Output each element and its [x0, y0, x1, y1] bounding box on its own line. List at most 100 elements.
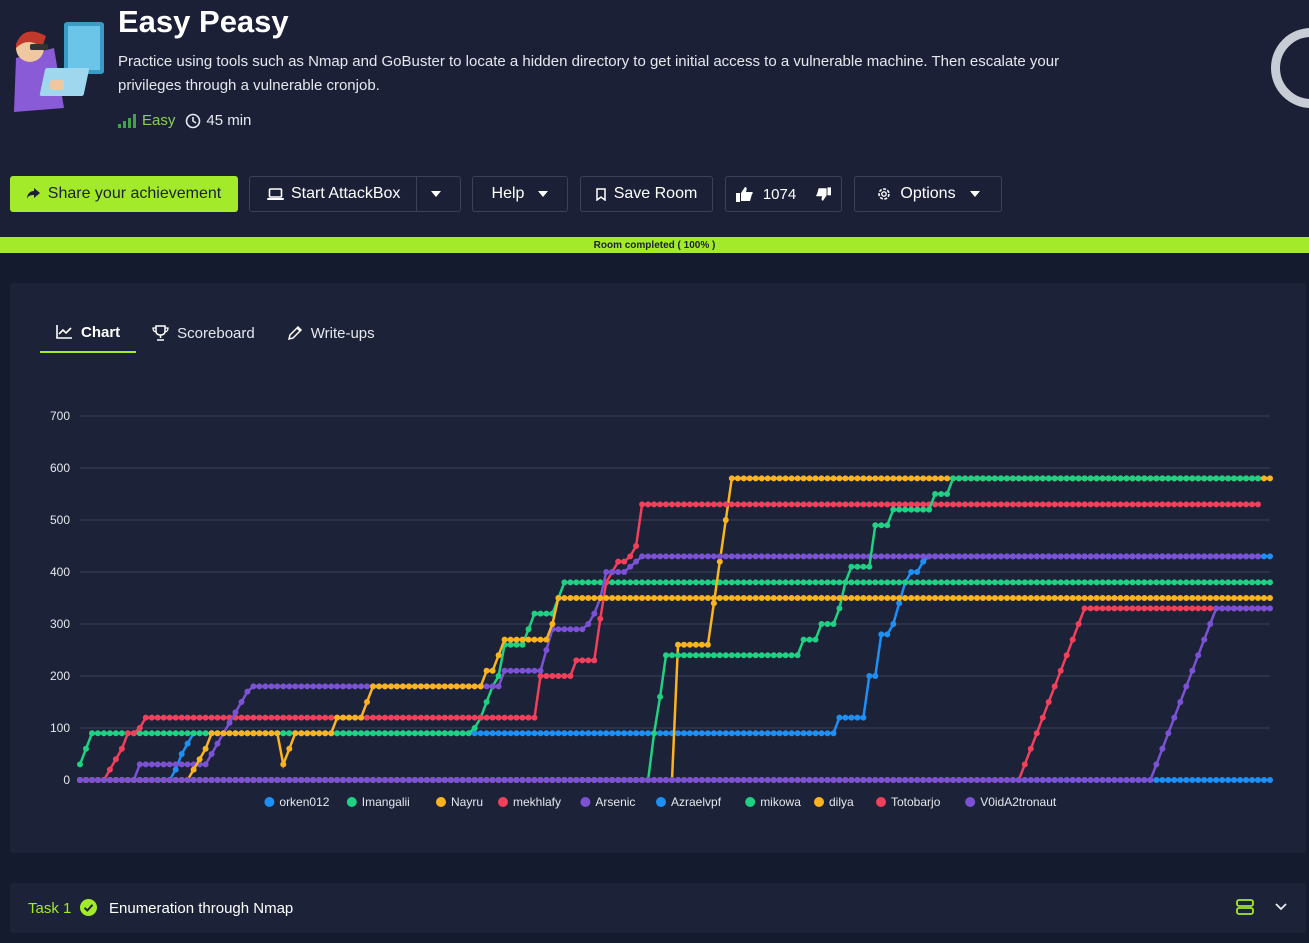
- data-point: [1225, 595, 1232, 601]
- help-button[interactable]: Help: [472, 176, 568, 212]
- data-point: [794, 595, 801, 601]
- data-point: [483, 714, 490, 721]
- chevron-down-icon[interactable]: [1274, 902, 1288, 912]
- data-point: [962, 501, 968, 508]
- data-point: [429, 777, 436, 783]
- data-point: [507, 730, 514, 737]
- data-point: [651, 579, 658, 586]
- tab-writeups[interactable]: Write-ups: [271, 313, 391, 353]
- server-icon[interactable]: [1236, 899, 1254, 915]
- data-point: [1129, 777, 1136, 783]
- data-point: [1243, 553, 1250, 560]
- data-point: [423, 683, 430, 690]
- data-point: [1171, 579, 1178, 586]
- data-point: [1213, 595, 1220, 601]
- data-point: [722, 501, 729, 508]
- attackbox-label: Start AttackBox: [291, 185, 401, 202]
- data-point: [1171, 501, 1178, 508]
- data-point: [1045, 595, 1052, 601]
- data-point: [704, 777, 711, 783]
- data-point: [549, 730, 556, 737]
- start-attackbox-button[interactable]: Start AttackBox: [249, 176, 461, 212]
- attackbox-dropdown-toggle[interactable]: [417, 191, 455, 197]
- data-point: [818, 621, 825, 627]
- data-point: [304, 683, 311, 690]
- tab-chart[interactable]: Chart: [40, 313, 137, 353]
- data-point: [100, 777, 107, 783]
- data-point: [985, 501, 992, 508]
- data-point: [447, 777, 454, 783]
- y-tick-label: 700: [50, 409, 70, 423]
- data-point: [196, 756, 203, 763]
- data-point: [830, 501, 837, 508]
- dislike-button[interactable]: [806, 187, 841, 201]
- data-point: [991, 475, 998, 482]
- data-point: [310, 777, 317, 783]
- data-point: [417, 683, 424, 690]
- data-point: [525, 667, 532, 674]
- data-point: [1087, 777, 1094, 783]
- data-point: [926, 777, 933, 783]
- like-button[interactable]: 1074: [726, 186, 806, 203]
- data-point: [501, 667, 508, 674]
- data-point: [477, 714, 484, 721]
- data-point: [1057, 595, 1064, 601]
- data-point: [1189, 667, 1196, 674]
- save-room-button[interactable]: Save Room: [580, 176, 713, 212]
- data-point: [1009, 579, 1016, 586]
- data-point: [764, 777, 771, 783]
- y-tick-label: 300: [50, 617, 70, 631]
- data-point: [824, 730, 831, 737]
- data-point: [1219, 553, 1226, 560]
- completion-ring-icon: [1271, 28, 1309, 108]
- data-point: [860, 501, 867, 508]
- data-point: [531, 777, 538, 783]
- data-point: [1243, 605, 1250, 612]
- data-point: [962, 475, 968, 482]
- data-point: [603, 569, 610, 575]
- data-point: [1021, 579, 1028, 586]
- data-point: [1099, 605, 1106, 612]
- tab-scoreboard[interactable]: Scoreboard: [136, 313, 271, 353]
- data-point: [997, 475, 1004, 482]
- data-point: [441, 683, 448, 690]
- data-point: [1111, 553, 1118, 560]
- data-point: [657, 579, 664, 586]
- share-achievement-button[interactable]: Share your achievement: [10, 176, 238, 212]
- data-point: [686, 595, 693, 601]
- data-point: [770, 730, 777, 737]
- data-point: [501, 636, 508, 643]
- data-point: [238, 777, 245, 783]
- data-point: [728, 777, 735, 783]
- data-point: [232, 777, 239, 783]
- data-point: [178, 730, 185, 737]
- data-point: [423, 714, 430, 721]
- data-point: [764, 595, 771, 601]
- task-row[interactable]: Task 1 Enumeration through Nmap: [10, 883, 1306, 933]
- options-button[interactable]: Options: [854, 176, 1002, 212]
- data-point: [393, 683, 400, 690]
- data-point: [1051, 475, 1058, 482]
- data-point: [1201, 595, 1208, 601]
- data-point: [692, 579, 699, 586]
- data-point: [1045, 777, 1052, 783]
- data-point: [1033, 730, 1040, 737]
- data-point: [633, 595, 640, 601]
- data-point: [806, 501, 813, 508]
- data-point: [663, 777, 669, 783]
- data-point: [1021, 761, 1028, 768]
- data-point: [686, 652, 693, 659]
- data-point: [639, 730, 646, 737]
- data-point: [1231, 501, 1238, 508]
- data-point: [716, 501, 723, 508]
- data-point: [764, 475, 771, 482]
- data-point: [1129, 501, 1136, 508]
- data-point: [1111, 777, 1118, 783]
- data-point: [340, 683, 347, 690]
- data-point: [890, 475, 897, 482]
- data-point: [1237, 501, 1244, 508]
- data-point: [1153, 605, 1160, 612]
- data-point: [980, 777, 986, 783]
- data-point: [692, 777, 699, 783]
- data-point: [997, 553, 1004, 560]
